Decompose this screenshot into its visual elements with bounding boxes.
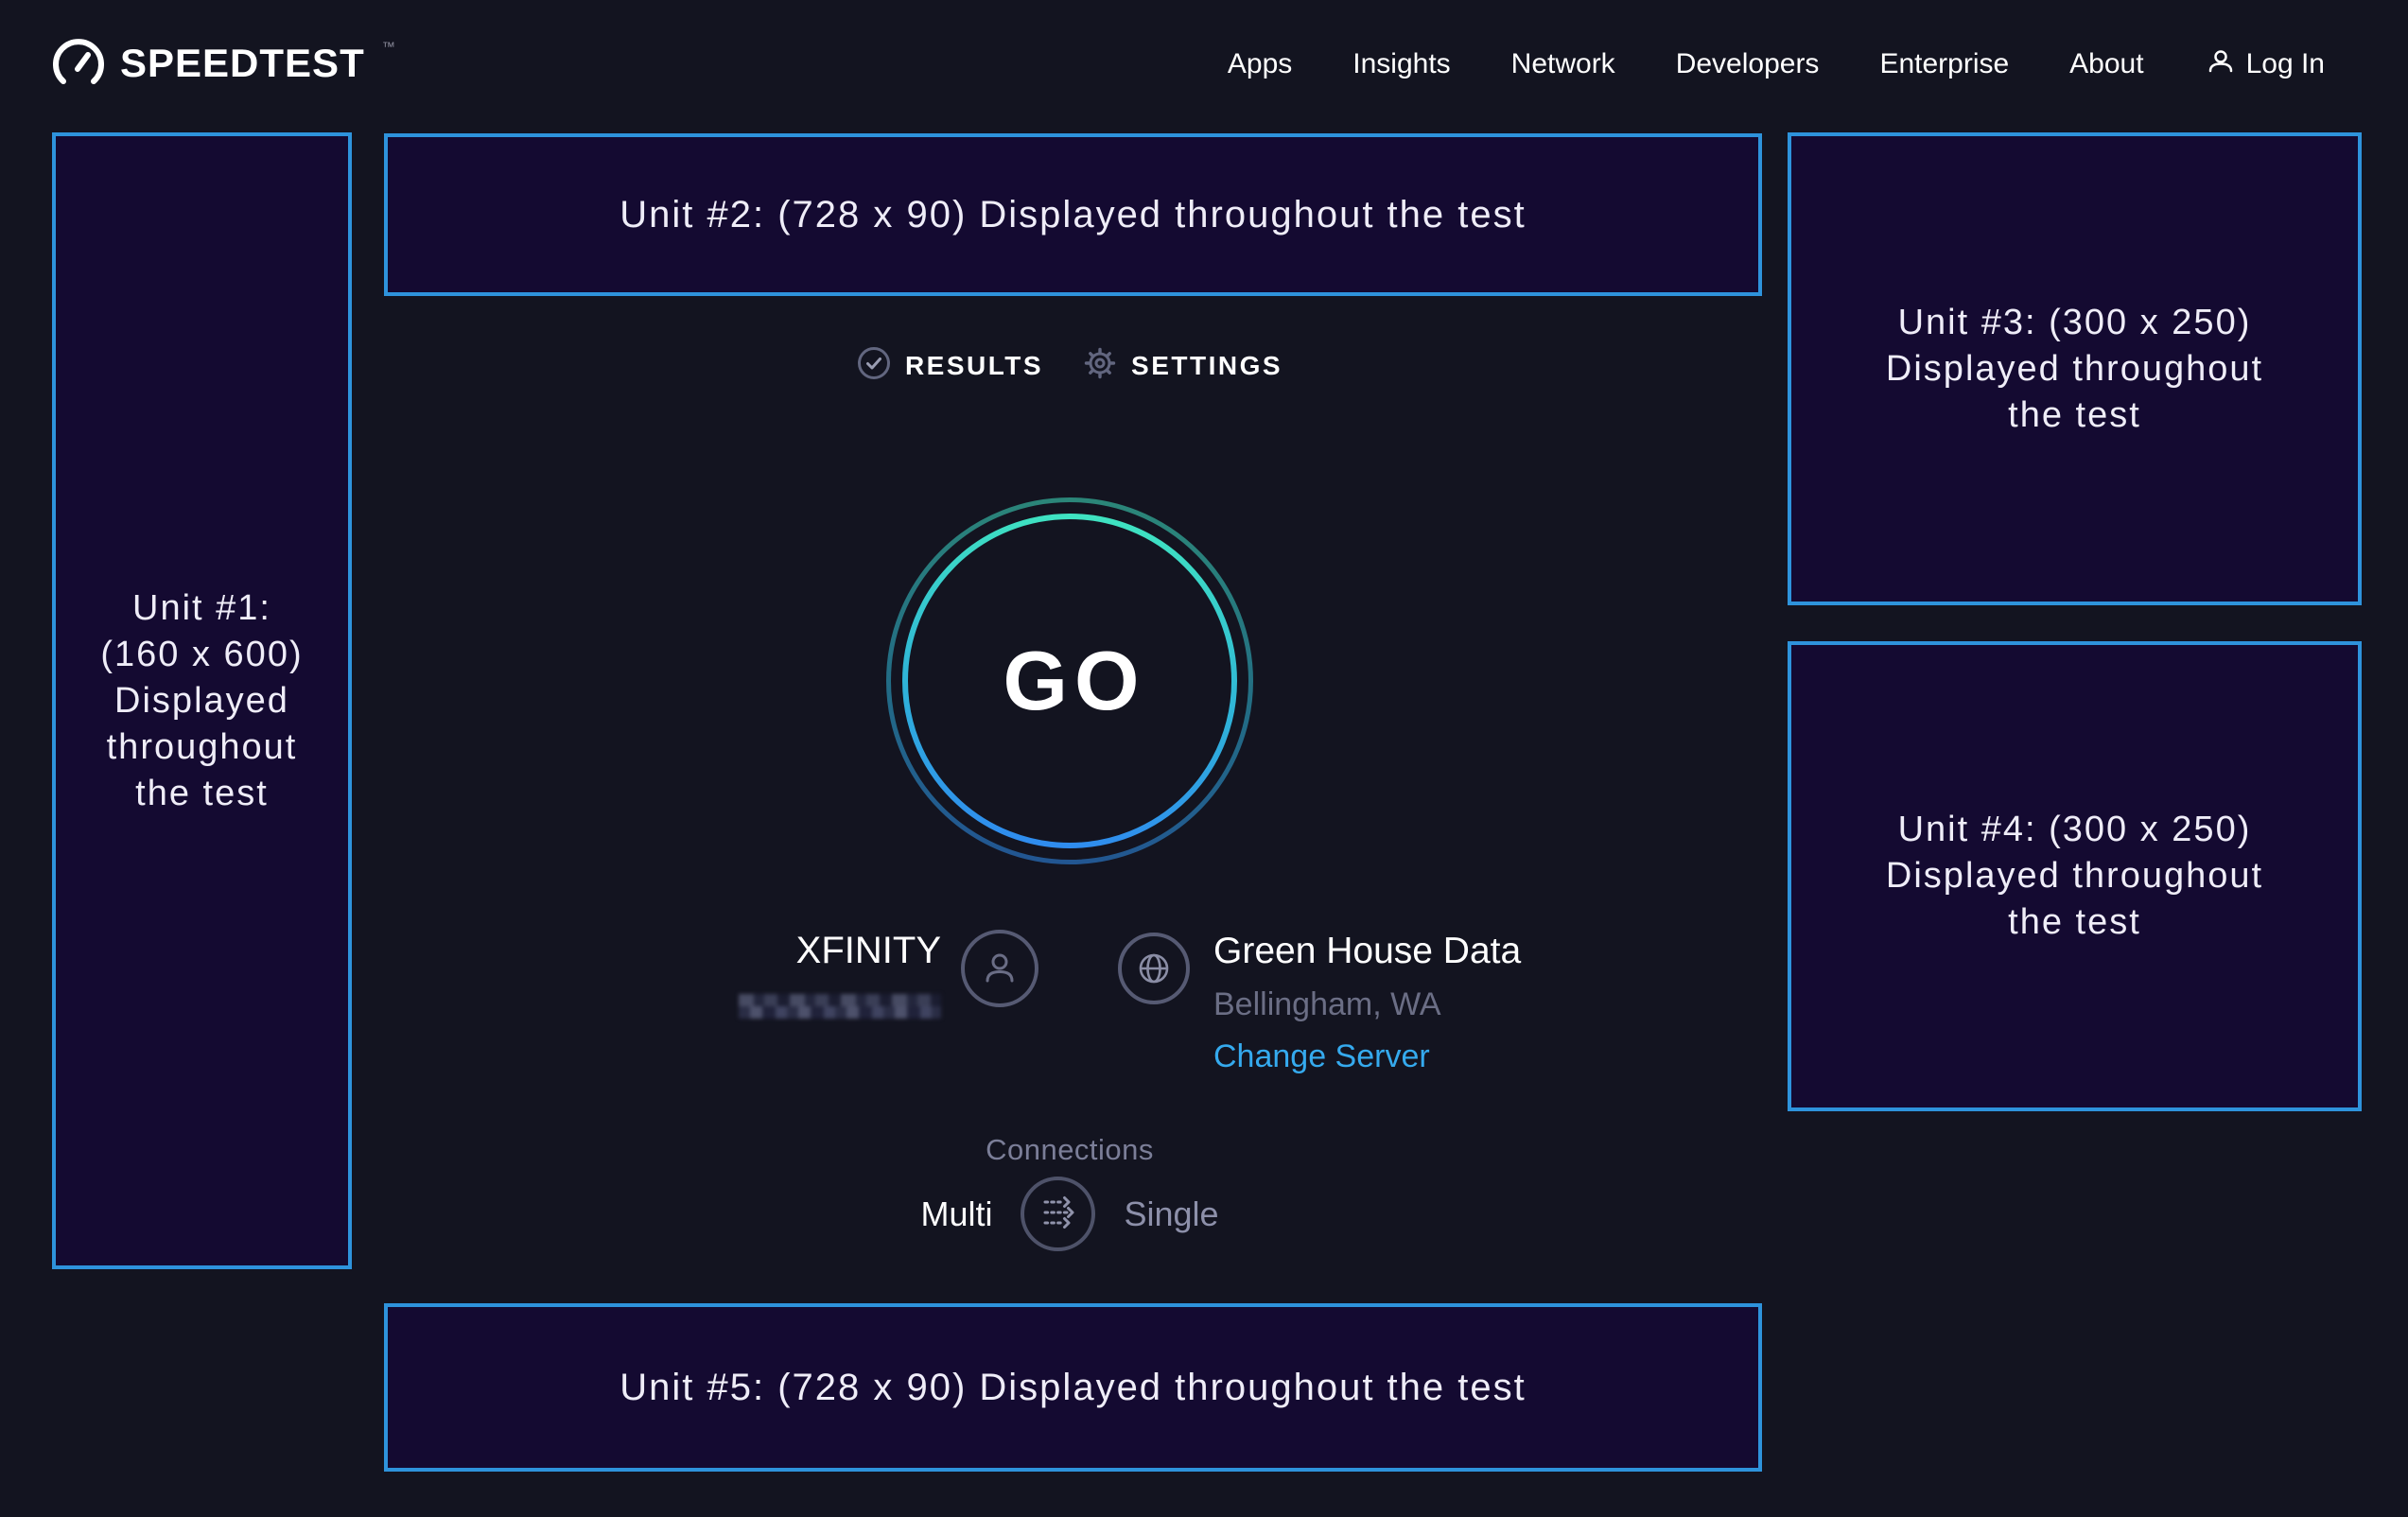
isp-group: XFINITY bbox=[736, 932, 1038, 1023]
ad-unit-3-text: Unit #3: (300 x 250)Displayed throughout… bbox=[1886, 300, 2263, 439]
tab-results[interactable]: RESULTS bbox=[857, 346, 1043, 385]
isp-detail-redacted bbox=[739, 994, 941, 1019]
connections-multi-label[interactable]: Multi bbox=[920, 1194, 992, 1234]
logo-text: SPEEDTEST bbox=[120, 37, 365, 90]
tab-settings[interactable]: SETTINGS bbox=[1083, 346, 1283, 385]
go-button-label: GO bbox=[883, 495, 1256, 867]
ad-unit-1-text: Unit #1:(160 x 600)Displayedthroughoutth… bbox=[100, 585, 303, 817]
connection-mode-toggle[interactable] bbox=[1021, 1177, 1095, 1251]
speedtest-page: { "header": { "logo_text": "SPEEDTEST", … bbox=[0, 0, 2408, 1517]
server-name[interactable]: Green House Data bbox=[1213, 932, 1521, 970]
server-info: Green House Data Bellingham, WA Change S… bbox=[1213, 932, 1521, 1073]
login-button[interactable]: Log In bbox=[2205, 46, 2325, 83]
ad-unit-4: Unit #4: (300 x 250)Displayed throughout… bbox=[1788, 641, 2362, 1111]
main-content: RESULTS SETTINGS bbox=[352, 0, 1788, 1517]
multi-connection-arrows-icon bbox=[1036, 1190, 1081, 1238]
login-label: Log In bbox=[2246, 48, 2325, 80]
nav-item-enterprise[interactable]: Enterprise bbox=[1879, 48, 2009, 80]
isp-user-icon bbox=[961, 930, 1038, 1007]
change-server-link[interactable]: Change Server bbox=[1213, 1039, 1430, 1073]
connections-toggle-row: Multi Single bbox=[352, 1177, 1788, 1251]
tabs-bar: RESULTS SETTINGS bbox=[352, 346, 1788, 385]
connections-title: Connections bbox=[352, 1133, 1788, 1167]
isp-name: XFINITY bbox=[736, 932, 941, 969]
user-icon bbox=[2205, 46, 2237, 83]
speedtest-gauge-icon bbox=[52, 37, 105, 92]
check-circle-icon bbox=[857, 346, 891, 385]
server-globe-icon bbox=[1118, 933, 1190, 1004]
provider-row: XFINITY Green House Data Bellin bbox=[352, 932, 1788, 1073]
go-button[interactable]: GO bbox=[883, 495, 1256, 867]
server-group: Green House Data Bellingham, WA Change S… bbox=[1118, 932, 1521, 1073]
tab-results-label: RESULTS bbox=[905, 351, 1043, 381]
server-location: Bellingham, WA bbox=[1213, 987, 1521, 1021]
isp-block: XFINITY bbox=[736, 932, 941, 1023]
ad-unit-3: Unit #3: (300 x 250)Displayed throughout… bbox=[1788, 132, 2362, 605]
nav-item-about[interactable]: About bbox=[2069, 48, 2143, 80]
ad-unit-4-text: Unit #4: (300 x 250)Displayed throughout… bbox=[1886, 807, 2263, 946]
ad-unit-1: Unit #1:(160 x 600)Displayedthroughoutth… bbox=[52, 132, 352, 1269]
logo[interactable]: SPEEDTEST ™ bbox=[52, 37, 395, 92]
tab-settings-label: SETTINGS bbox=[1131, 351, 1283, 381]
gear-icon bbox=[1083, 346, 1117, 385]
connections-single-label[interactable]: Single bbox=[1124, 1194, 1218, 1234]
